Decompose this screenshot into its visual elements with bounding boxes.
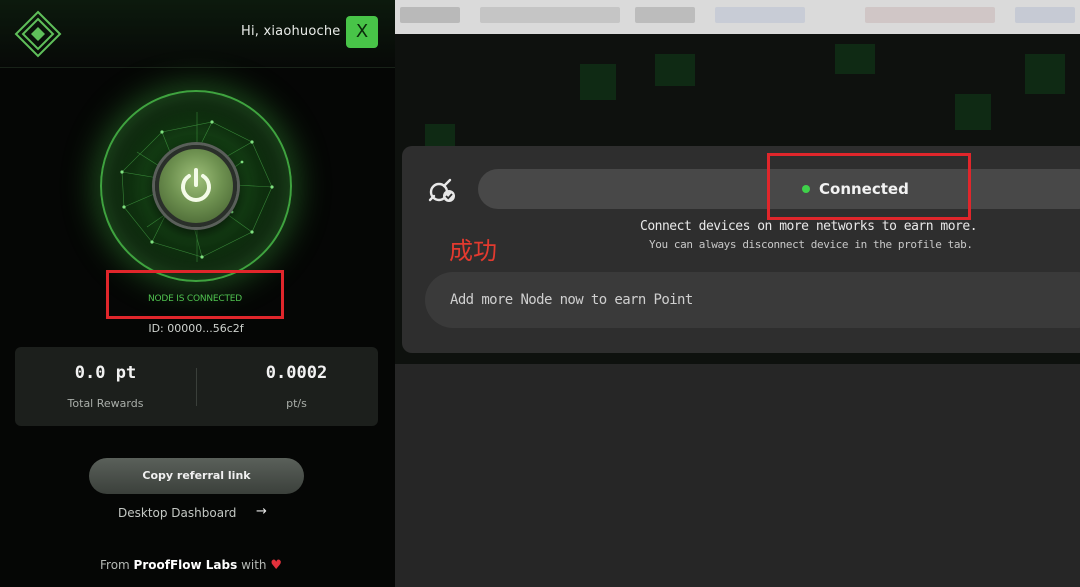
arrow-right-icon[interactable]: → xyxy=(256,504,267,519)
desktop-dashboard-link[interactable]: Desktop Dashboard xyxy=(118,506,236,520)
stat-rate: 0.0002 pt/s xyxy=(206,347,387,426)
power-button[interactable] xyxy=(155,145,237,227)
stat-total-rewards: 0.0 pt Total Rewards xyxy=(15,347,196,426)
blurred-tab xyxy=(1015,7,1075,23)
highlight-box xyxy=(767,153,971,220)
blurred-tab xyxy=(715,7,805,23)
stat-value: 0.0 pt xyxy=(74,363,137,383)
add-node-label: Add more Node now to earn Point xyxy=(450,292,693,308)
bg-square xyxy=(1025,54,1065,94)
logo-icon xyxy=(14,10,62,58)
blurred-tab xyxy=(400,7,460,23)
disconnect-hint: You can always disconnect device in the … xyxy=(649,238,973,251)
bg-square xyxy=(655,54,695,86)
stat-label: Total Rewards xyxy=(67,397,144,410)
blurred-tab xyxy=(865,7,995,23)
bg-square xyxy=(955,94,991,130)
footer-suffix: with xyxy=(237,558,271,572)
footer-brand[interactable]: ProofFlow Labs xyxy=(134,558,238,572)
blurred-tab xyxy=(635,7,695,23)
node-status-text: NODE IS CONNECTED xyxy=(147,294,243,304)
avatar[interactable]: X xyxy=(346,16,378,48)
copy-referral-button[interactable]: Copy referral link xyxy=(89,458,304,494)
node-id-text: ID: 00000...56c2f xyxy=(148,322,244,335)
screenshot: Hi, xiaohuoche X NODE IS CONNECTED ID: 0… xyxy=(0,0,1080,587)
blurred-tab xyxy=(480,7,620,23)
stat-value: 0.0002 xyxy=(265,363,328,383)
heart-icon: ♥ xyxy=(270,558,283,573)
greeting-text: Hi, xiaohuoche xyxy=(241,24,341,39)
extension-panel: Hi, xiaohuoche X NODE IS CONNECTED ID: 0… xyxy=(0,0,395,587)
footer-prefix: From xyxy=(100,558,134,572)
connect-message: Connect devices on more networks to earn… xyxy=(640,219,978,234)
success-annotation: 成功 xyxy=(449,237,497,265)
bg-square xyxy=(580,64,616,100)
stat-divider xyxy=(196,368,197,406)
power-icon xyxy=(181,168,211,202)
footer-credit: From ProofFlow Labs with ♥ xyxy=(100,558,282,573)
bg-square xyxy=(835,44,875,74)
stat-label: pt/s xyxy=(286,397,307,410)
browser-tabbar xyxy=(395,0,1080,34)
device-connected-icon xyxy=(428,178,455,202)
